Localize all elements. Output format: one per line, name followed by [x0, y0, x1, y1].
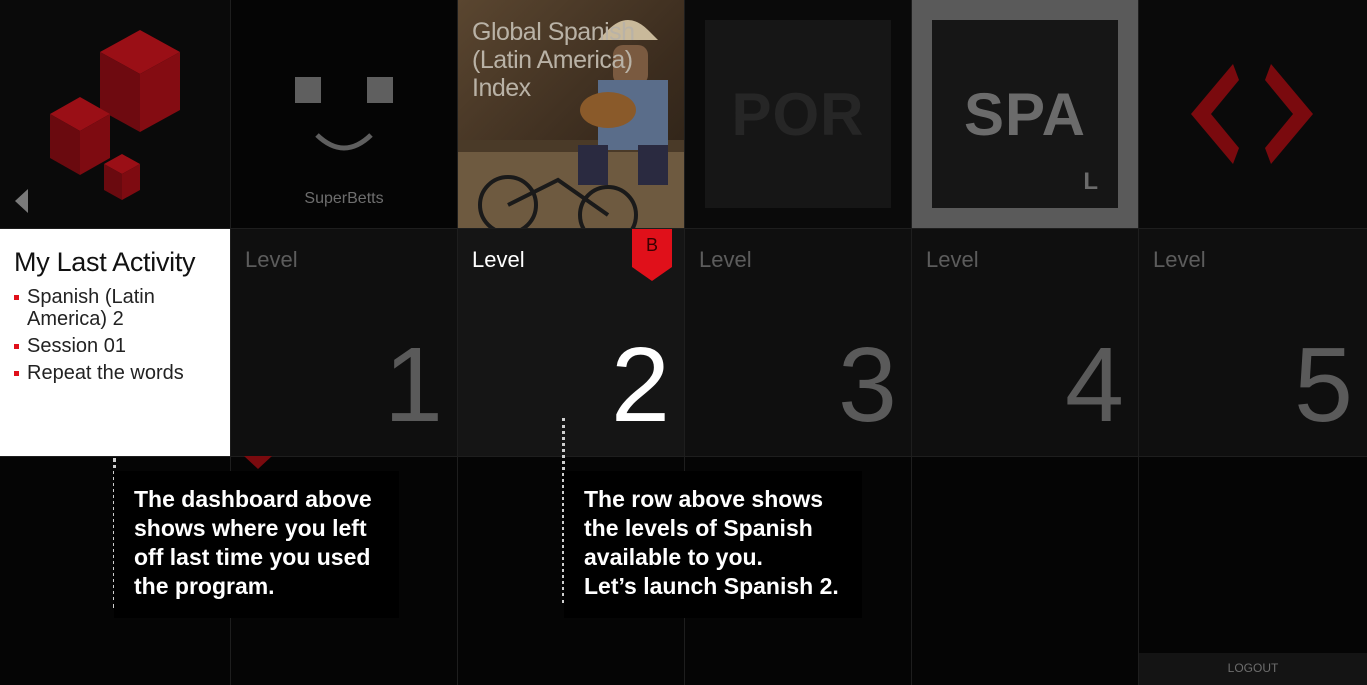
index-title: Global Spanish (Latin America) Index [472, 18, 635, 102]
levels-tip-line: The row above shows [584, 486, 823, 512]
spa-code: SPA [964, 80, 1086, 148]
dashboard-tip-text: The dashboard above shows where you left… [134, 486, 372, 599]
spa-box: SPA L [932, 20, 1118, 208]
levels-tip-line: the levels of Spanish [584, 515, 813, 541]
activity-item-label: Session 01 [27, 335, 126, 357]
spa-variant-label: L [1083, 168, 1098, 195]
level-label: Level [1153, 247, 1206, 272]
activity-item-session[interactable]: Session 01 [14, 335, 216, 357]
portuguese-course-tile[interactable]: POR [685, 0, 911, 228]
bullet [14, 295, 19, 300]
por-box: POR [705, 20, 891, 208]
bullet [14, 371, 19, 376]
smiley-face-icon [295, 77, 393, 151]
bullet [14, 344, 19, 349]
por-code: POR [731, 80, 865, 148]
level-5-tile[interactable]: Level 5 [1139, 229, 1367, 456]
back-arrow-icon[interactable] [14, 188, 30, 214]
level-1-tile[interactable]: Level 1 [231, 229, 457, 456]
level-label: Level [699, 247, 752, 272]
superbetts-label: SuperBetts [304, 190, 384, 207]
code-brackets-icon [1191, 64, 1313, 164]
global-spanish-index-tile[interactable]: Global Spanish (Latin America) Index [458, 0, 684, 228]
levels-tip-callout: The row above shows the levels of Spanis… [564, 471, 862, 618]
levels-tip-line: Let’s launch Spanish 2. [584, 573, 839, 599]
level-label: Level [245, 247, 298, 272]
level-3-tile[interactable]: Level 3 [685, 229, 911, 456]
level-number: 5 [1294, 326, 1353, 444]
levels-tip-line: available to you. [584, 544, 763, 570]
level-label: Level [472, 247, 525, 272]
cubes-logo [50, 30, 180, 200]
dashboard-tip-callout: The dashboard above shows where you left… [114, 471, 399, 618]
activity-item-course[interactable]: Spanish (Latin America) 2 [14, 286, 216, 330]
last-activity-panel[interactable]: My Last Activity Spanish (Latin America)… [0, 229, 230, 456]
activity-item-label: Spanish (Latin America) 2 [27, 286, 155, 330]
next-tile[interactable] [1139, 0, 1367, 228]
level-2-tile[interactable]: Level B 2 [458, 229, 684, 456]
level-number: 1 [384, 326, 443, 444]
last-activity-title: My Last Activity [14, 247, 196, 277]
pointer-triangle-icon [244, 456, 272, 469]
superbetts-tile[interactable]: SuperBetts [231, 0, 457, 228]
level-number: 4 [1065, 326, 1124, 444]
activity-item-exercise[interactable]: Repeat the words [14, 362, 216, 384]
level-number: 3 [838, 326, 897, 444]
level-4-tile[interactable]: Level 4 [912, 229, 1138, 456]
activity-item-label: Repeat the words [27, 362, 184, 384]
level-label: Level [926, 247, 979, 272]
logout-button[interactable]: LOGOUT [1139, 653, 1367, 685]
spanish-course-tile[interactable]: SPA L [912, 0, 1138, 228]
level-number: 2 [611, 326, 670, 444]
badge-letter: B [645, 235, 658, 255]
app-logo-tile[interactable] [0, 0, 230, 228]
